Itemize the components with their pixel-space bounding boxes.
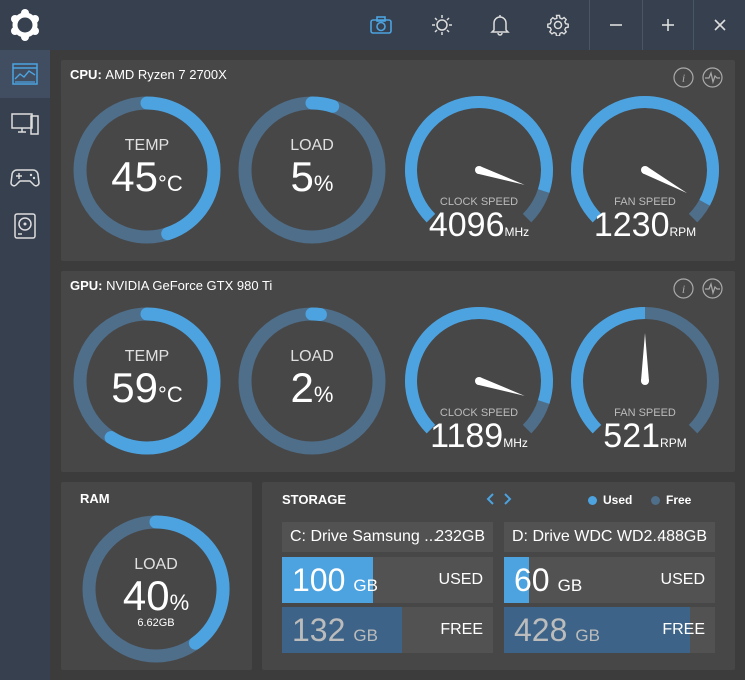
gear-icon[interactable] [530, 0, 586, 50]
storage-title: STORAGE [282, 492, 347, 507]
gpu-temp-ring: TEMP 59°C [72, 306, 222, 456]
gpu-label: GPU: [70, 278, 103, 293]
gpu-load-value: 2% [290, 364, 334, 411]
legend-free: Free [651, 493, 691, 507]
info-icon[interactable]: i [673, 67, 694, 88]
gpu-clock-value: 1189MHz [430, 417, 528, 455]
maximize-icon[interactable] [643, 0, 693, 50]
gauge-needle [477, 377, 525, 396]
info-icon[interactable]: i [673, 278, 694, 299]
sidebar [0, 50, 50, 680]
gauge-hub [641, 166, 649, 174]
drive-d-free-bar: 428 GB FREE [504, 607, 715, 653]
cpu-clock-gauge: CLOCK SPEED 4096MHz [402, 93, 556, 244]
drive-d-used-bar: 60 GB USED [504, 557, 715, 603]
ram-panel: RAM LOAD 40% 6.62GB [61, 482, 252, 670]
gpu-title: GPU: NVIDIA GeForce GTX 980 Ti [70, 278, 272, 293]
monitor-dashboard-icon[interactable] [0, 50, 50, 98]
gauge-needle [477, 166, 525, 185]
cpu-label: CPU: [70, 67, 102, 82]
pulse-icon[interactable] [702, 278, 723, 299]
minimize-icon[interactable] [590, 0, 642, 50]
cpu-fan-gauge: FAN SPEED 1230RPM [568, 93, 722, 244]
gpu-temp-value: 59°C [111, 364, 183, 411]
storage-panel: STORAGE Used Free C: Drive Samsung ... 23… [262, 482, 735, 670]
ram-title: RAM [80, 491, 110, 506]
drive-c-used-bar: 100 GB USED [282, 557, 493, 603]
cpu-title: CPU: AMD Ryzen 7 2700X [70, 67, 227, 82]
gpu-fan-gauge: FAN SPEED 521RPM [568, 304, 722, 455]
bell-icon[interactable] [472, 0, 528, 50]
gauge-hub [475, 377, 483, 385]
gauge-needle [643, 166, 688, 194]
cpu-name: AMD Ryzen 7 2700X [105, 67, 227, 82]
chevron-left-icon[interactable] [484, 492, 496, 506]
pulse-icon[interactable] [702, 67, 723, 88]
ram-used-value: 6.62GB [137, 617, 175, 629]
gpu-clock-gauge: CLOCK SPEED 1189MHz [402, 304, 556, 455]
app-logo-icon [11, 9, 39, 41]
cpu-temp-ring: TEMP 45°C [72, 95, 222, 245]
svg-text:i: i [682, 71, 685, 85]
cpu-panel: CPU: AMD Ryzen 7 2700X i TEMP 45°C LOAD … [61, 60, 735, 261]
ring-progress [305, 307, 327, 322]
gamepad-icon[interactable] [0, 153, 50, 201]
gpu-panel: GPU: NVIDIA GeForce GTX 980 Ti i TEMP 59… [61, 271, 735, 472]
brightness-icon[interactable] [414, 0, 470, 50]
svg-text:i: i [682, 282, 685, 296]
gpu-load-ring: LOAD 2% [237, 306, 387, 456]
cpu-load-value: 5% [290, 153, 334, 200]
drive-c-header: C: Drive Samsung ... 232GB [282, 522, 493, 552]
gauge-needle [641, 333, 649, 381]
cpu-fan-value: 1230RPM [593, 206, 697, 244]
gpu-name: NVIDIA GeForce GTX 980 Ti [106, 278, 273, 293]
gpu-fan-value: 521RPM [603, 417, 687, 455]
title-bar [0, 0, 745, 50]
desktop-icon[interactable] [0, 100, 50, 148]
ram-load-value: 40% [122, 572, 190, 619]
drive-c-free-bar: 132 GB FREE [282, 607, 493, 653]
cpu-temp-value: 45°C [111, 153, 183, 200]
close-icon[interactable] [694, 0, 745, 50]
camera-icon[interactable] [353, 0, 409, 50]
cpu-load-ring: LOAD 5% [237, 95, 387, 245]
gauge-hub [641, 377, 649, 385]
ram-load-ring: LOAD 40% 6.62GB [81, 514, 231, 664]
disk-icon[interactable] [0, 202, 50, 250]
gauge-hub [475, 166, 483, 174]
drive-d-header: D: Drive WDC WD2... 488GB [504, 522, 715, 552]
legend-used: Used [588, 493, 632, 507]
chevron-right-icon[interactable] [502, 492, 514, 506]
cpu-clock-value: 4096MHz [428, 206, 530, 244]
ring-progress [305, 96, 340, 113]
